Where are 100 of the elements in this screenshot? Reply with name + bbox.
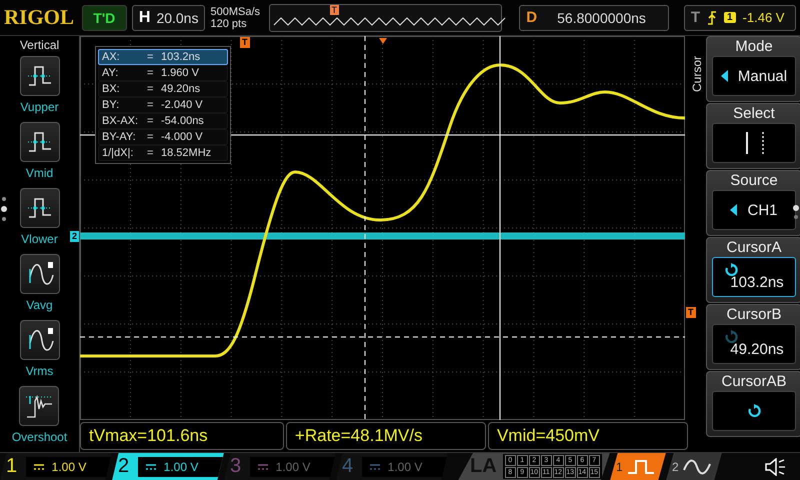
- readout-value: -2.040 V: [161, 99, 203, 111]
- menu-value: 49.20ns: [730, 341, 784, 358]
- menu-value-box[interactable]: [712, 123, 796, 163]
- overshoot-icon: [25, 393, 54, 419]
- measure-label: Overshoot: [12, 430, 68, 444]
- readout-value: 1.960 V: [161, 67, 199, 79]
- rising-edge-icon: [706, 10, 717, 24]
- measure-label: Vlower: [21, 232, 58, 246]
- source-tab[interactable]: 2: [666, 452, 722, 480]
- measure-button[interactable]: [20, 320, 60, 360]
- menu-value: CH1: [747, 202, 778, 218]
- readout-label: 1/|dX|:: [102, 147, 134, 159]
- trigger-level: -1.46 V: [742, 10, 784, 25]
- equals-sign: =: [147, 83, 154, 95]
- menu-title: Cursor: [690, 54, 704, 92]
- run-status[interactable]: T'D: [82, 4, 127, 30]
- menu-item[interactable]: Source CH1: [706, 170, 800, 236]
- channel-number: 1: [6, 455, 18, 478]
- equals-sign: =: [147, 147, 154, 159]
- scroll-indicator-icon: [793, 204, 799, 220]
- menu-value-box[interactable]: 103.2ns: [712, 257, 796, 297]
- left-arrow-icon: [720, 70, 728, 82]
- memory-depth: 120 pts: [210, 18, 248, 30]
- sidebar-title: Vertical: [20, 37, 60, 54]
- source-tab[interactable]: 1: [610, 452, 666, 480]
- measure-label: Vupper: [20, 100, 59, 114]
- timebase-box[interactable]: H 20.0ns: [132, 4, 206, 30]
- center-marker-icon: [379, 38, 387, 44]
- equals-sign: =: [147, 131, 154, 143]
- sine-icon: [682, 458, 711, 476]
- menu-item[interactable]: CursorA 103.2ns: [706, 237, 800, 303]
- channel-tab[interactable]: 2 1.00 V: [112, 452, 224, 480]
- menu-value-box[interactable]: 49.20ns: [712, 324, 796, 364]
- speaker-muted-icon[interactable]: [764, 458, 786, 476]
- trigger-label: T: [690, 9, 700, 26]
- measure-label: Vrms: [26, 364, 54, 378]
- pulse-icon: [626, 458, 655, 476]
- measure-button[interactable]: [19, 386, 60, 426]
- cursor-line[interactable]: [364, 36, 366, 420]
- readout-label: BX:: [102, 83, 121, 95]
- equals-sign: =: [147, 115, 154, 127]
- menu-item[interactable]: CursorB 49.20ns: [706, 304, 800, 370]
- readout-value: -4.000 V: [161, 131, 203, 143]
- measure-label: Vavg: [26, 298, 53, 312]
- channel-tab[interactable]: 3 1.00 V: [224, 452, 336, 480]
- menu-item[interactable]: Select: [706, 103, 800, 169]
- trigger-position-marker: T: [330, 4, 340, 14]
- delay-box[interactable]: D 56.8000000ns: [519, 4, 669, 30]
- readout-value: 103.2ns: [161, 51, 200, 63]
- channel-scale: 1.00 V: [276, 460, 310, 474]
- menu-item-label: CursorB: [726, 305, 782, 324]
- sample-rate: 500MSa/s: [210, 6, 262, 18]
- channel-number: 4: [342, 455, 354, 478]
- source-number: 1: [616, 460, 623, 474]
- menu-value-box[interactable]: Manual: [712, 56, 796, 96]
- menu-item[interactable]: Mode Manual: [706, 36, 800, 102]
- readout-value: 18.52MHz: [161, 147, 212, 159]
- scroll-indicator-icon: [1, 196, 7, 222]
- menu-value: 103.2ns: [730, 274, 784, 291]
- delay-label: D: [526, 9, 538, 26]
- brand-logo: RIGOL: [4, 5, 76, 30]
- readout-value: 49.20ns: [161, 83, 200, 95]
- left-arrow-icon: [730, 204, 738, 216]
- measure-button[interactable]: [20, 56, 60, 96]
- menu-item[interactable]: CursorAB: [706, 371, 800, 437]
- channel-scale: 1.00 V: [388, 460, 422, 474]
- equals-sign: =: [147, 99, 154, 111]
- menu-item-label: Source: [730, 171, 778, 190]
- menu-value-box[interactable]: CH1: [712, 190, 796, 230]
- menu-item-label: Select: [733, 104, 775, 123]
- readout-label: AX:: [102, 51, 121, 63]
- horizontal-label: H: [138, 8, 150, 26]
- channel-scale: 1.00 V: [52, 460, 86, 474]
- menu-value: Manual: [738, 68, 788, 84]
- readout-value: -54.00ns: [161, 115, 204, 127]
- readout-label: BY-AY:: [102, 131, 137, 143]
- channel-number: 2: [118, 455, 130, 478]
- measure-button[interactable]: [20, 254, 60, 294]
- timebase-value: 20.0ns: [156, 10, 198, 26]
- measure-label: Vmid: [26, 166, 54, 180]
- menu-item-label: Mode: [735, 37, 773, 56]
- readout-label: BX-AX:: [102, 115, 140, 127]
- trigger-level-marker: T: [686, 307, 696, 318]
- measure-button[interactable]: [20, 188, 60, 228]
- readout-label: AY:: [102, 67, 120, 79]
- readout-label: BY:: [102, 99, 120, 111]
- cursor-line[interactable]: [80, 336, 685, 338]
- menu-item-label: CursorAB: [721, 372, 787, 391]
- measurement-readout: Vmid=450mV: [488, 422, 688, 450]
- measure-button[interactable]: [20, 122, 60, 162]
- equals-sign: =: [147, 67, 154, 79]
- channel-tab[interactable]: 4 1.00 V: [336, 452, 448, 480]
- channel-number: 3: [230, 455, 242, 478]
- menu-item-label: CursorA: [726, 238, 782, 257]
- channel-scale: 1.00 V: [164, 460, 198, 474]
- equals-sign: =: [147, 51, 154, 63]
- channel-tab[interactable]: 1 1.00 V: [0, 452, 112, 480]
- measurement-readout: +Rate=48.1MV/s: [286, 422, 486, 450]
- trigger-box[interactable]: T 1 -1.46 V: [684, 4, 796, 30]
- source-number: 2: [672, 460, 679, 474]
